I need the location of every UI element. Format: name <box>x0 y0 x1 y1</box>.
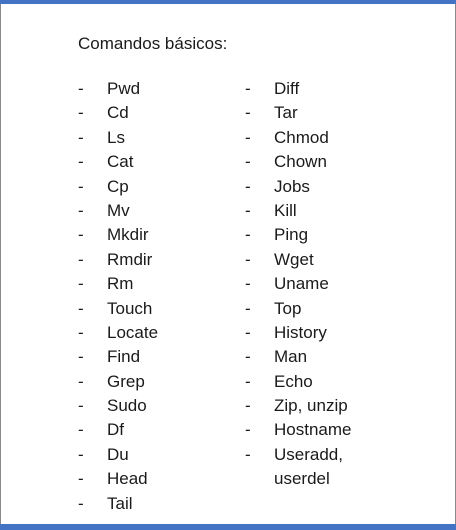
command-label: Chmod <box>274 127 329 147</box>
command-label: Mkdir <box>107 225 149 245</box>
bullet-dash: - <box>78 274 84 294</box>
bullet-dash: - <box>78 225 84 245</box>
bullet-dash: - <box>245 79 251 98</box>
command-label: Chown <box>274 152 327 172</box>
bullet-dash: - <box>78 444 84 464</box>
bullet-dash: - <box>78 176 84 196</box>
bullet-dash: - <box>245 152 251 172</box>
bullet-dash: - <box>78 347 84 367</box>
command-label: Cp <box>107 176 129 196</box>
bullet-dash: - <box>245 420 251 440</box>
bullet-dash: - <box>245 200 251 220</box>
command-label: Uname <box>274 274 329 294</box>
bullet-dash: - <box>245 371 251 391</box>
command-label-continuation: userdel <box>274 469 330 489</box>
command-label: Hostname <box>274 420 352 440</box>
top-accent-bar <box>0 0 456 4</box>
bullet-dash: - <box>78 103 84 123</box>
command-label: Find <box>107 347 141 367</box>
command-label: Grep <box>107 371 145 391</box>
command-label: Kill <box>274 200 297 220</box>
bullet-dash: - <box>245 103 251 123</box>
bullet-dash: - <box>78 371 84 391</box>
bullet-dash: - <box>78 200 84 220</box>
command-label: Sudo <box>107 396 147 416</box>
command-label: Useradd, <box>274 444 343 464</box>
bullet-dash: - <box>245 274 251 294</box>
bullet-dash: - <box>245 298 251 318</box>
command-label: Tail <box>107 493 133 513</box>
command-label: Ping <box>274 225 309 245</box>
command-label: Echo <box>274 371 313 391</box>
command-label: Locate <box>107 322 159 342</box>
command-label: Top <box>274 298 302 318</box>
bullet-dash: - <box>78 493 84 513</box>
command-label: Cd <box>107 103 129 123</box>
command-label: Cat <box>107 152 134 172</box>
command-label: Mv <box>107 200 130 220</box>
bullet-dash: - <box>245 176 251 196</box>
bullet-dash: - <box>245 347 251 367</box>
command-label: Man <box>274 347 308 367</box>
command-label: Diff <box>274 79 300 98</box>
command-label: Pwd <box>107 79 141 98</box>
command-label: Wget <box>274 249 314 269</box>
command-label: Touch <box>107 298 153 318</box>
bullet-dash: - <box>245 396 251 416</box>
bullet-dash: - <box>245 127 251 147</box>
bullet-dash: - <box>78 322 84 342</box>
bullet-dash: - <box>245 225 251 245</box>
bullet-dash: - <box>78 469 84 489</box>
command-label: Rm <box>107 274 134 294</box>
command-label: Tar <box>274 103 298 123</box>
document-frame <box>0 0 456 530</box>
command-label: Ls <box>107 127 125 147</box>
bottom-accent-bar <box>0 524 456 530</box>
bullet-dash: - <box>78 249 84 269</box>
command-label: Rmdir <box>107 249 153 269</box>
command-label: Jobs <box>274 176 310 196</box>
command-label: Df <box>107 420 124 440</box>
command-label: Du <box>107 444 129 464</box>
bullet-dash: - <box>78 152 84 172</box>
bullet-dash: - <box>78 79 84 98</box>
bullet-dash: - <box>78 420 84 440</box>
bullet-dash: - <box>78 396 84 416</box>
command-label: Zip, unzip <box>274 396 348 416</box>
bullet-dash: - <box>245 322 251 342</box>
command-label: Head <box>107 469 148 489</box>
bullet-dash: - <box>78 298 84 318</box>
command-label: History <box>274 322 327 342</box>
bullet-dash: - <box>78 127 84 147</box>
page-title: Comandos básicos: <box>78 34 228 53</box>
bullet-dash: - <box>245 444 251 464</box>
bullet-dash: - <box>245 249 251 269</box>
